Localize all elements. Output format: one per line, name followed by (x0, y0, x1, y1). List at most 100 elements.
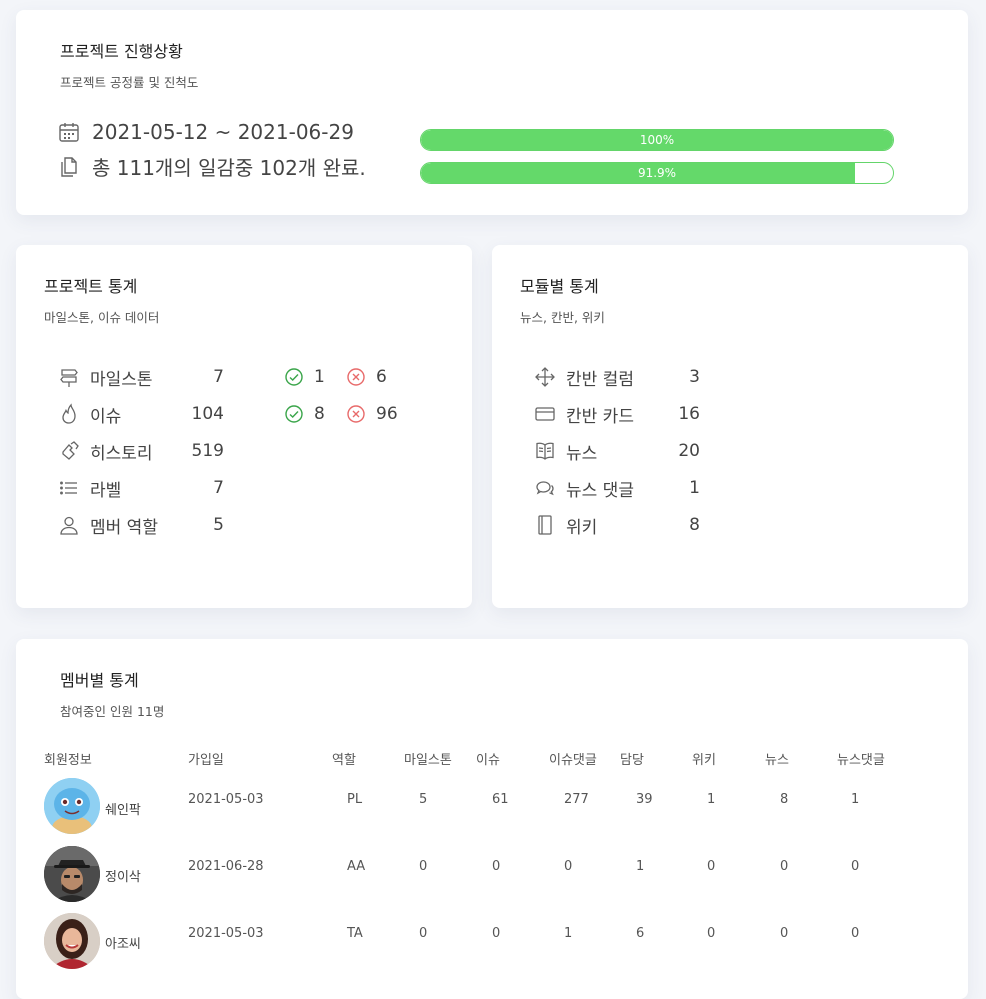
joined-date: 2021-06-28 (188, 859, 264, 874)
column-header: 위키 (692, 753, 716, 768)
joined-date: 2021-05-03 (188, 926, 264, 941)
column-header: 뉴스 (765, 753, 789, 768)
column-header: 마일스톤 (404, 753, 452, 768)
module-row-news: 뉴스 20 (534, 436, 700, 466)
milestone-count: 0 (419, 926, 428, 941)
stat-label: 마일스톤 (90, 369, 153, 390)
signpost-icon (58, 366, 80, 388)
milestone-count: 5 (419, 792, 428, 807)
wiki-count: 0 (707, 926, 716, 941)
issue-comment-count: 0 (564, 859, 573, 874)
column-header: 뉴스댓글 (837, 753, 885, 768)
user-icon (58, 514, 80, 536)
issue-summary: 총 111개의 일감중 102개 완료. (92, 156, 366, 180)
x-circle-icon (346, 404, 366, 424)
avatar[interactable] (44, 846, 100, 902)
avatar[interactable] (44, 778, 100, 834)
issue-count: 61 (492, 792, 509, 807)
stat-row-issue: 이슈 104 (58, 399, 224, 429)
progress-bar-2: 91.9% (420, 162, 894, 184)
calendar-icon (58, 121, 80, 143)
module-row-kanban-column: 칸반 컬럼 3 (534, 362, 700, 392)
milestone-status: 1 6 (284, 362, 408, 392)
column-header: 이슈댓글 (549, 753, 597, 768)
stat-value: 5 (213, 515, 224, 535)
stat-value: 7 (213, 478, 224, 498)
documents-icon (58, 156, 80, 178)
stat-row-label: 라벨 7 (58, 473, 224, 503)
stat-label: 위키 (566, 517, 598, 538)
stat-row-member-role: 멤버 역할 5 (58, 510, 224, 540)
comments-icon (534, 477, 556, 499)
stat-value: 1 (689, 478, 700, 498)
stat-label: 칸반 카드 (566, 406, 634, 427)
date-range-row: 2021-05-12 ~ 2021-06-29 (58, 120, 354, 144)
stat-value: 20 (678, 441, 700, 461)
issue-closed-count: 96 (376, 404, 398, 424)
notebook-icon (534, 514, 556, 536)
role: TA (347, 926, 363, 941)
summary-row: 총 111개의 일감중 102개 완료. (58, 152, 366, 181)
column-header: 역할 (332, 753, 356, 768)
member-stats-title: 멤버별 통계 (60, 671, 139, 690)
stat-label: 뉴스 (566, 443, 598, 464)
stat-label: 칸반 컬럼 (566, 369, 634, 390)
stat-label: 히스토리 (90, 443, 153, 464)
list-icon (58, 477, 80, 499)
assigned-count: 39 (636, 792, 653, 807)
stat-value: 3 (689, 367, 700, 387)
stat-row-history: 히스토리 519 (58, 436, 224, 466)
column-header: 가입일 (188, 753, 224, 768)
stat-value: 7 (213, 367, 224, 387)
issue-count: 0 (492, 926, 501, 941)
column-header: 이슈 (476, 753, 500, 768)
member-name[interactable]: 아조씨 (105, 933, 141, 952)
module-row-news-comment: 뉴스 댓글 1 (534, 473, 700, 503)
progress-bar-2-label: 91.9% (637, 166, 677, 180)
milestone-count: 0 (419, 859, 428, 874)
module-row-kanban-card: 칸반 카드 16 (534, 399, 700, 429)
stat-value: 104 (191, 404, 224, 424)
module-stats-title: 모듈별 통계 (520, 277, 599, 296)
stat-label: 멤버 역할 (90, 517, 158, 538)
fire-icon (58, 403, 80, 425)
member-name[interactable]: 정이삭 (105, 866, 141, 885)
check-circle-icon (284, 367, 304, 387)
role: AA (347, 859, 366, 874)
progress-bar-1: 100% (420, 129, 894, 151)
progress-subtitle: 프로젝트 공정률 및 진척도 (60, 75, 199, 90)
issue-open-count: 8 (314, 404, 325, 424)
module-row-wiki: 위키 8 (534, 510, 700, 540)
wiki-count: 1 (707, 792, 716, 807)
module-stats-subtitle: 뉴스, 칸반, 위키 (520, 310, 605, 325)
module-stats-card: 모듈별 통계 뉴스, 칸반, 위키 칸반 컬럼 3 칸반 카드 16 뉴스 20… (492, 245, 968, 608)
project-stats-title: 프로젝트 통계 (44, 277, 138, 296)
check-circle-icon (284, 404, 304, 424)
avatar[interactable] (44, 913, 100, 969)
project-stats-card: 프로젝트 통계 마일스톤, 이슈 데이터 마일스톤 7 이슈 104 히스토리 … (16, 245, 472, 608)
stat-value: 16 (678, 404, 700, 424)
issue-comment-count: 1 (564, 926, 573, 941)
milestone-open-count: 1 (314, 367, 325, 387)
date-range: 2021-05-12 ~ 2021-06-29 (92, 120, 354, 144)
card-icon (534, 403, 556, 425)
news-comment-count: 0 (851, 859, 860, 874)
progress-title: 프로젝트 진행상황 (60, 42, 183, 61)
stat-label: 라벨 (90, 480, 122, 501)
assigned-count: 1 (636, 859, 645, 874)
x-circle-icon (346, 367, 366, 387)
issue-comment-count: 277 (564, 792, 589, 807)
history-icon (58, 440, 80, 462)
stat-label: 이슈 (90, 406, 122, 427)
joined-date: 2021-05-03 (188, 792, 264, 807)
issue-count: 0 (492, 859, 501, 874)
news-count: 8 (780, 792, 789, 807)
member-name[interactable]: 쉐인팍 (105, 799, 141, 818)
news-comment-count: 1 (851, 792, 860, 807)
stat-row-milestone: 마일스톤 7 (58, 362, 224, 392)
stat-label: 뉴스 댓글 (566, 480, 634, 501)
stat-value: 519 (191, 441, 224, 461)
move-icon (534, 366, 556, 388)
project-stats-subtitle: 마일스톤, 이슈 데이터 (44, 310, 160, 325)
member-stats-subtitle: 참여중인 인원 11명 (60, 704, 165, 719)
